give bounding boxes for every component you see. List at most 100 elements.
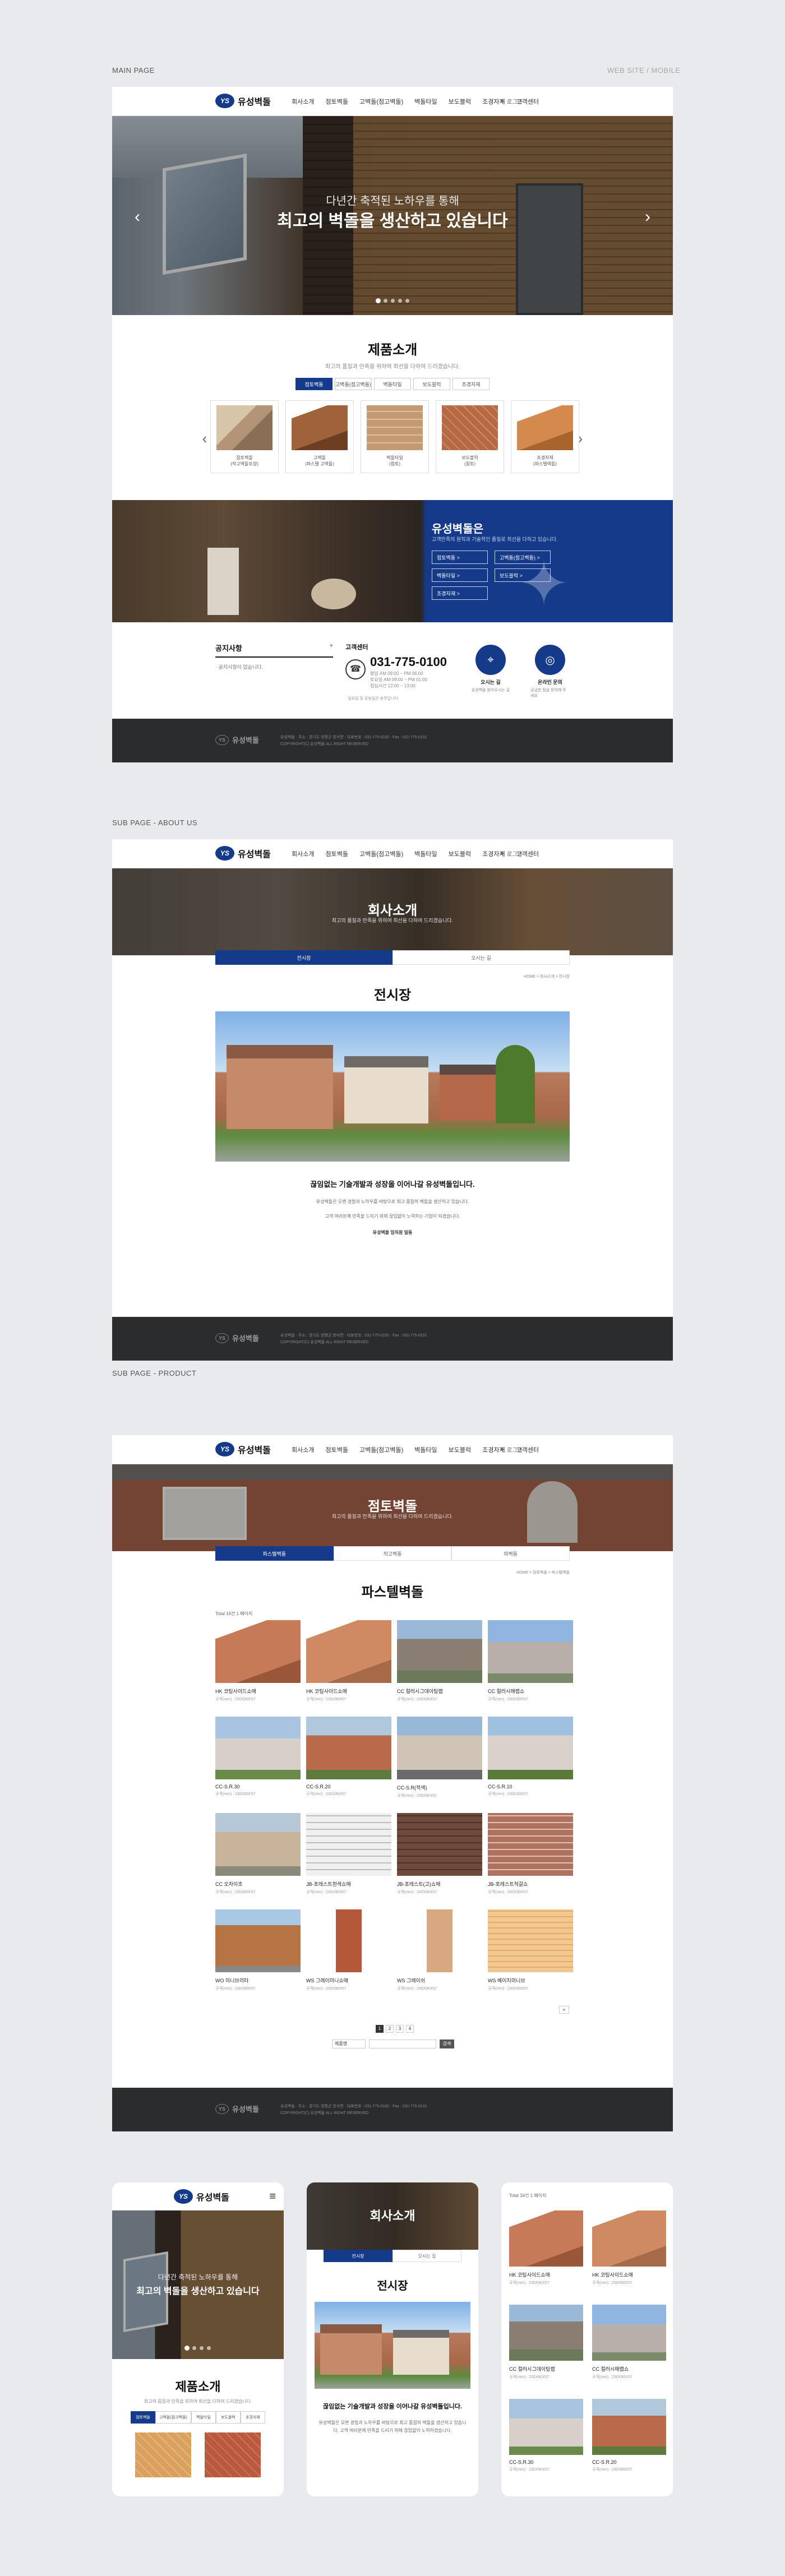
- tab-pastel-brick[interactable]: 파스텔벽돌: [215, 1546, 334, 1561]
- nav-item-brick-tile[interactable]: 벽돌타일: [414, 97, 437, 106]
- product-card[interactable]: CC 오차이조 규격(mm) : 230X90X57: [215, 1813, 301, 1903]
- product-card[interactable]: CC-S.R(적색) 규격(mm) : 230X90X57: [397, 1717, 482, 1806]
- product-image[interactable]: [205, 2432, 261, 2477]
- tab-landscape[interactable]: 조경자재: [241, 2411, 265, 2424]
- tab-paving[interactable]: 보도블럭: [216, 2411, 241, 2424]
- product-card[interactable]: 고벽돌 (파스텔 고벽돌): [285, 400, 354, 473]
- tab-old-brick[interactable]: 고벽돌(점고벽돌): [335, 378, 372, 390]
- product-card[interactable]: JB-포레스트(고)쇼매 규격(mm) : 230X90X57: [397, 1813, 482, 1903]
- site-logo[interactable]: YS 유성벽돌: [215, 1442, 271, 1456]
- slider-dot[interactable]: [207, 2346, 211, 2350]
- nav-item-brick-tile[interactable]: 벽돌타일: [414, 849, 437, 858]
- slider-dot[interactable]: [192, 2346, 196, 2350]
- company-button[interactable]: 조경자재 >: [432, 586, 488, 600]
- company-button[interactable]: 점토벽돌 >: [432, 551, 488, 564]
- product-card[interactable]: JB-포레스트흰색쇼매 규격(mm) : 230X90X57: [306, 1813, 391, 1903]
- tab-showroom[interactable]: 전시장: [324, 2250, 392, 2262]
- product-card[interactable]: HK 코팅사이드쇼매 규격(mm) : 230X90X57: [215, 1620, 301, 1710]
- location-sub: 유성벽돌 찾아오시는 길: [471, 688, 510, 692]
- nav-item-clay-brick[interactable]: 점토벽돌: [325, 1445, 348, 1454]
- notice-more-button[interactable]: +: [330, 642, 333, 649]
- tab-clay-brick[interactable]: 점토벽돌: [131, 2411, 155, 2424]
- product-card[interactable]: WS 그레이미니쇼매 규격(mm) : 230X90X57: [306, 1909, 391, 1999]
- tab-clay-brick[interactable]: 점토벽돌: [295, 378, 333, 390]
- site-logo[interactable]: YS 유성벽돌: [215, 846, 271, 861]
- hamburger-menu-icon[interactable]: ≡: [269, 2190, 276, 2203]
- product-card[interactable]: WO 미니브리타 규격(mm) : 230X90X57: [215, 1909, 301, 1999]
- nav-item-about[interactable]: 회사소개: [292, 97, 314, 106]
- tab-red-brick[interactable]: 적고벽돌: [333, 1546, 452, 1561]
- tab-brick-tile[interactable]: 벽돌타일: [191, 2411, 216, 2424]
- tab-brick-tile[interactable]: 벽돌타일: [374, 378, 411, 390]
- slider-dot[interactable]: [390, 299, 395, 303]
- slider-dot[interactable]: [383, 299, 387, 303]
- product-card[interactable]: CC-S.R.30 규격(mm) : 230X90X57: [215, 1717, 301, 1806]
- product-card[interactable]: CC-S.R.20 규격(mm) : 230X90X57: [306, 1717, 391, 1806]
- nav-item-old-brick[interactable]: 고벽돌(점고벽돌): [359, 97, 403, 106]
- tab-broken-brick[interactable]: 파벽돌: [451, 1546, 570, 1561]
- product-card[interactable]: CC-S.R.20 규격(mm) : 230X90X57: [592, 2399, 666, 2472]
- more-button[interactable]: »: [559, 2006, 569, 2014]
- site-logo[interactable]: YS 유성벽돌: [215, 94, 271, 108]
- search-button[interactable]: 검색: [440, 2039, 454, 2048]
- nav-item-paving[interactable]: 보도블럭: [449, 1445, 471, 1454]
- nav-item-about[interactable]: 회사소개: [292, 1445, 314, 1454]
- product-card[interactable]: 조경자재 (파스텔벽돌): [511, 400, 579, 473]
- product-card[interactable]: CC 컬러시매랩쇼 규격(mm) : 230X90X57: [592, 2305, 666, 2380]
- search-select[interactable]: 제품명: [332, 2039, 366, 2048]
- login-link[interactable]: 로그인: [507, 97, 523, 105]
- page-3[interactable]: 3: [396, 2025, 404, 2033]
- tab-showroom[interactable]: 전시장: [215, 950, 392, 965]
- inquiry-link[interactable]: ◎ 온라인 문의 궁금한 점을 문의해 주세요: [530, 645, 570, 699]
- product-thumbnail: [509, 2399, 583, 2455]
- search-input[interactable]: [369, 2039, 436, 2048]
- product-card[interactable]: JB-포레스트적갈쇼 규격(mm) : 230X90X57: [488, 1813, 573, 1903]
- tab-landscape[interactable]: 조경자재: [452, 378, 490, 390]
- page-2[interactable]: 2: [386, 2025, 394, 2033]
- tab-location[interactable]: 오시는 길: [392, 2250, 461, 2262]
- slider-dot[interactable]: [405, 299, 409, 303]
- nav-item-old-brick[interactable]: 고벽돌(점고벽돌): [359, 1445, 403, 1454]
- tab-location[interactable]: 오시는 길: [392, 950, 570, 965]
- product-card[interactable]: WS 그레이쉬 규격(mm) : 230X90X57: [397, 1909, 482, 1999]
- company-button[interactable]: 보도블럭 >: [495, 568, 551, 582]
- slider-dot[interactable]: [376, 299, 380, 303]
- nav-item-clay-brick[interactable]: 점토벽돌: [325, 849, 348, 858]
- page-4[interactable]: 4: [406, 2025, 414, 2033]
- nav-item-brick-tile[interactable]: 벽돌타일: [414, 1445, 437, 1454]
- product-card[interactable]: 벽돌타일 (점토): [361, 400, 429, 473]
- mobile-logo[interactable]: YS 유성벽돌: [174, 2189, 229, 2204]
- login-link[interactable]: 로그인: [507, 849, 523, 858]
- nav-item-paving[interactable]: 보도블럭: [449, 97, 471, 106]
- cs-phone[interactable]: 031-775-0100: [370, 655, 463, 669]
- nav-item-clay-brick[interactable]: 점토벽돌: [325, 97, 348, 106]
- product-card[interactable]: CC-S.R.30 규격(mm) : 230X90X57: [509, 2399, 583, 2472]
- product-card[interactable]: CC 컬러시그데이팅랩 규격(mm) : 230X90X57: [509, 2305, 583, 2380]
- company-button[interactable]: 벽돌타일 >: [432, 568, 488, 582]
- slider-dot[interactable]: [185, 2346, 189, 2350]
- product-card[interactable]: HK 코팅사이드쇼매 규격(mm) : 230X90X57: [592, 2210, 666, 2286]
- product-image[interactable]: [135, 2432, 191, 2477]
- product-card[interactable]: HK 코팅사이드쇼매 규격(mm) : 230X90X57: [306, 1620, 391, 1710]
- product-card[interactable]: HK 코팅사이드쇼매 규격(mm) : 230X90X57: [509, 2210, 583, 2286]
- product-card[interactable]: 보도블럭 (점토): [436, 400, 504, 473]
- nav-item-about[interactable]: 회사소개: [292, 849, 314, 858]
- nav-item-old-brick[interactable]: 고벽돌(점고벽돌): [359, 849, 403, 858]
- product-card[interactable]: CC 컬러시그데이팅랩 규격(mm) : 230X90X57: [397, 1620, 482, 1710]
- notice-item[interactable]: · 공지사항이 없습니다.: [215, 663, 333, 670]
- location-link[interactable]: ⌖ 오시는 길 유성벽돌 찾아오시는 길: [471, 645, 510, 699]
- product-card[interactable]: WS 베이지미니브 규격(mm) : 230X90X57: [488, 1909, 573, 1999]
- company-button[interactable]: 고벽돌(점고벽돌) >: [495, 551, 551, 564]
- nav-item-paving[interactable]: 보도블럭: [449, 849, 471, 858]
- login-link[interactable]: 로그인: [507, 1445, 523, 1454]
- slider-dot[interactable]: [398, 299, 402, 303]
- next-arrow-icon[interactable]: ›: [639, 206, 656, 228]
- page-1[interactable]: 1: [376, 2025, 384, 2033]
- tab-paving[interactable]: 보도블럭: [413, 378, 450, 390]
- tab-old-brick[interactable]: 고벽돌(점고벽돌): [155, 2411, 191, 2424]
- product-card[interactable]: CC 컬러시매랩쇼 규격(mm) : 230X90X57: [488, 1620, 573, 1710]
- product-card[interactable]: CC-S.R.10 규격(mm) : 230X90X57: [488, 1717, 573, 1806]
- prev-arrow-icon[interactable]: ‹: [129, 206, 146, 228]
- slider-dot[interactable]: [200, 2346, 204, 2350]
- product-card[interactable]: 점토벽돌 (적고벽돌포장): [210, 400, 279, 473]
